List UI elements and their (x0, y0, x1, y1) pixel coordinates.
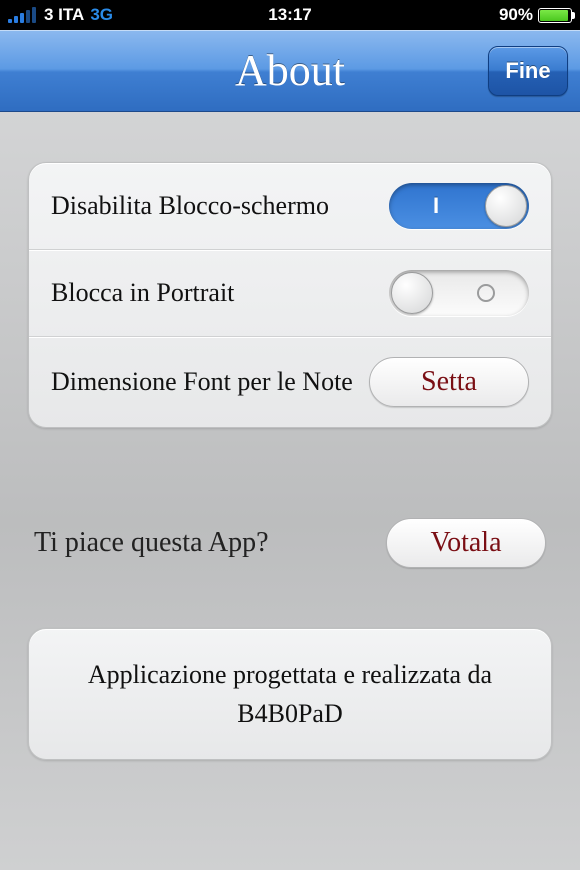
rate-app-prompt: Ti piace questa App? (34, 527, 269, 559)
battery-percentage: 90% (499, 5, 533, 25)
disable-screen-lock-row: Disabilita Blocco-schermo I (29, 163, 551, 249)
page-title: About (235, 45, 345, 96)
set-font-size-button[interactable]: Setta (369, 357, 529, 407)
rate-app-button[interactable]: Votala (386, 518, 546, 568)
switch-on-indicator: I (433, 193, 439, 219)
switch-knob (485, 185, 527, 227)
rate-app-row: Ti piace questa App? Votala (28, 518, 552, 568)
done-button[interactable]: Fine (488, 46, 568, 96)
switch-off-indicator (477, 284, 495, 302)
disable-screen-lock-toggle[interactable]: I (389, 183, 529, 229)
font-size-label: Dimensione Font per le Note (51, 367, 353, 397)
battery-icon (538, 8, 572, 23)
lock-portrait-row: Blocca in Portrait (29, 249, 551, 336)
clock: 13:17 (268, 5, 311, 25)
credits-card: Applicazione progettata e realizzata da … (28, 628, 552, 760)
status-bar: 3 ITA 3G 13:17 90% (0, 0, 580, 30)
font-size-row: Dimensione Font per le Note Setta (29, 336, 551, 427)
disable-screen-lock-label: Disabilita Blocco-schermo (51, 191, 329, 221)
switch-knob (391, 272, 433, 314)
settings-group: Disabilita Blocco-schermo I Blocca in Po… (28, 162, 552, 428)
carrier-label: 3 ITA (44, 5, 84, 25)
credits-line-1: Applicazione progettata e realizzata da (49, 655, 531, 694)
network-type-label: 3G (90, 5, 113, 25)
credits-line-2: B4B0PaD (49, 694, 531, 733)
signal-strength-icon (8, 8, 36, 23)
lock-portrait-toggle[interactable] (389, 270, 529, 316)
navigation-bar: About Fine (0, 30, 580, 112)
lock-portrait-label: Blocca in Portrait (51, 278, 234, 308)
